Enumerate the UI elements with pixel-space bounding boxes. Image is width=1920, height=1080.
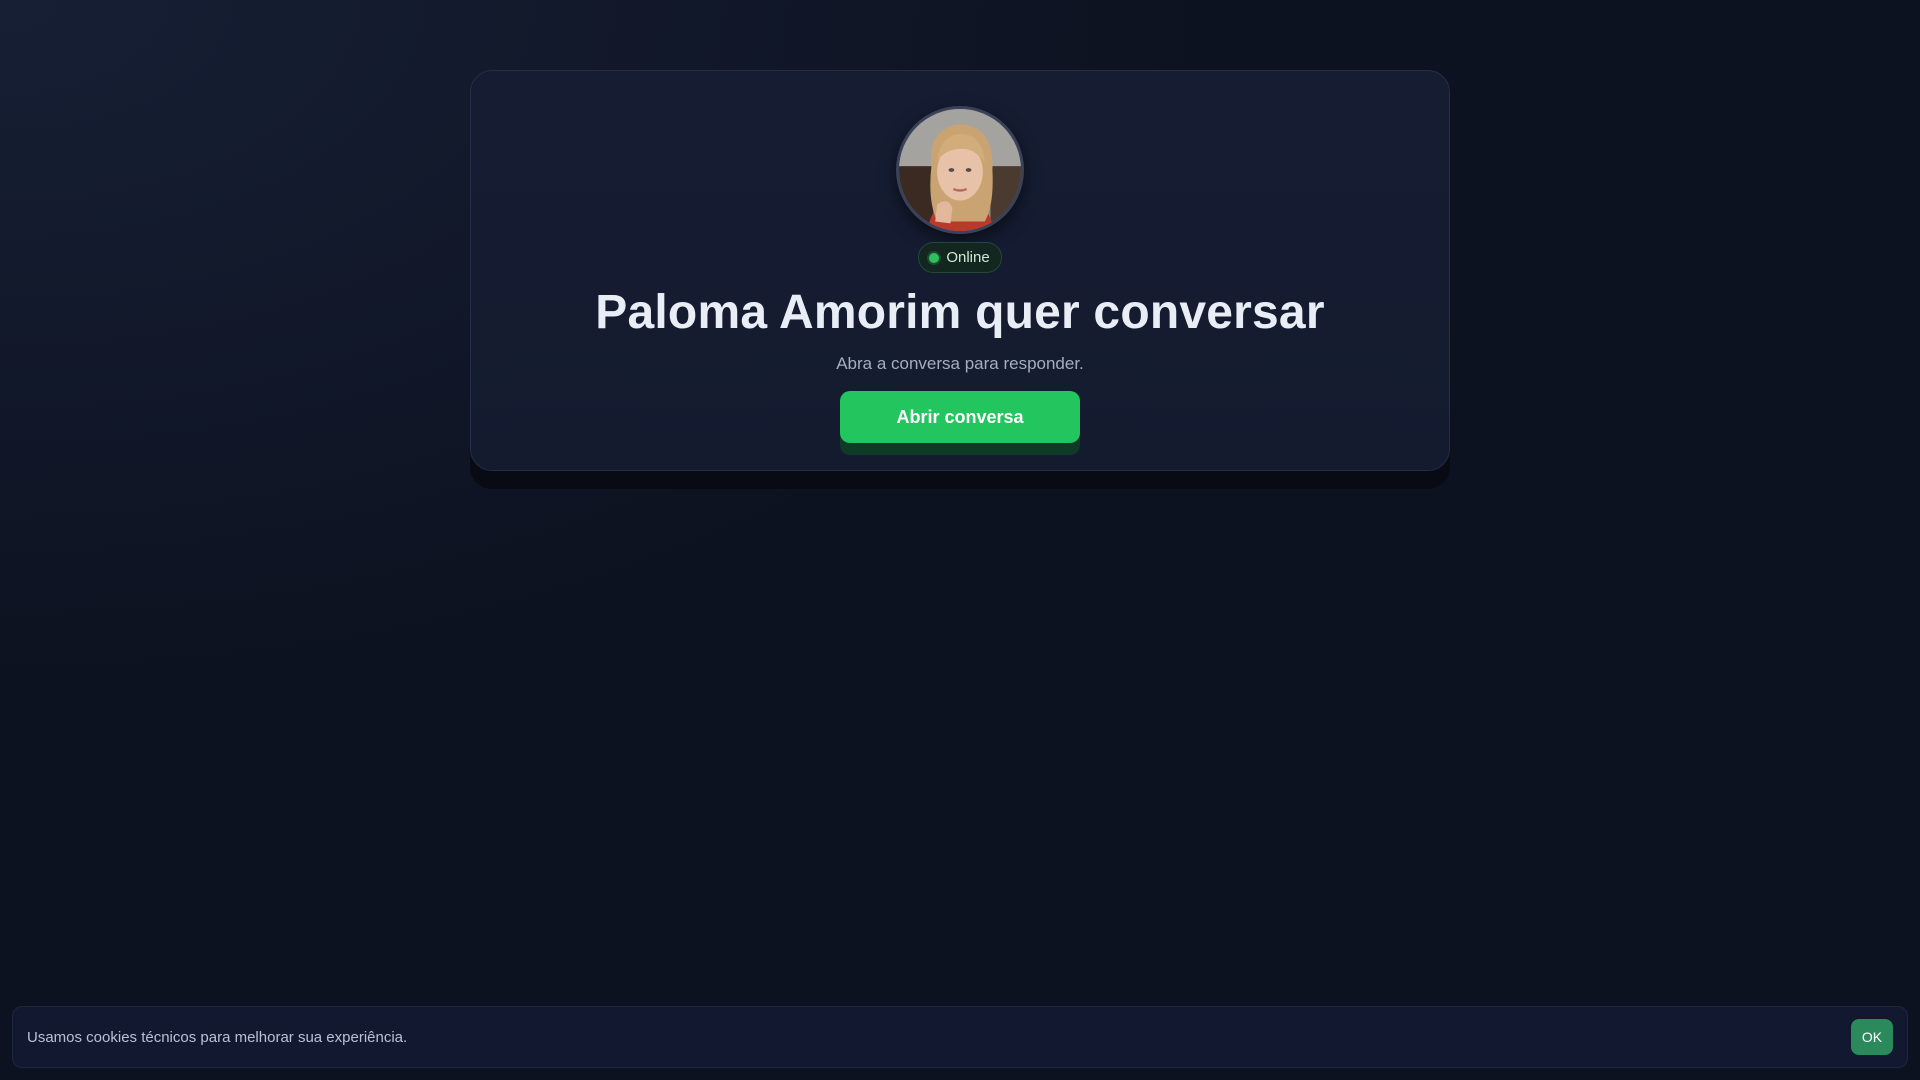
page-subtitle: Abra a conversa para responder.: [836, 354, 1084, 373]
cookie-accept-button[interactable]: OK: [1851, 1019, 1893, 1055]
avatar-photo: [899, 109, 1021, 231]
status-badge: Online: [918, 242, 1002, 273]
page-title: Paloma Amorim quer conversar: [595, 286, 1325, 339]
status-label: Online: [946, 249, 990, 266]
avatar: [896, 106, 1024, 234]
cookie-banner: Usamos cookies técnicos para melhorar su…: [12, 1006, 1908, 1068]
status-dot-icon: [929, 252, 940, 263]
chat-invite-card: Online Paloma Amorim quer conversar Abra…: [470, 70, 1450, 471]
open-chat-button-wrapper: Abrir conversa: [840, 391, 1080, 455]
open-chat-button[interactable]: Abrir conversa: [840, 391, 1080, 443]
cookie-banner-text: Usamos cookies técnicos para melhorar su…: [27, 1028, 408, 1046]
